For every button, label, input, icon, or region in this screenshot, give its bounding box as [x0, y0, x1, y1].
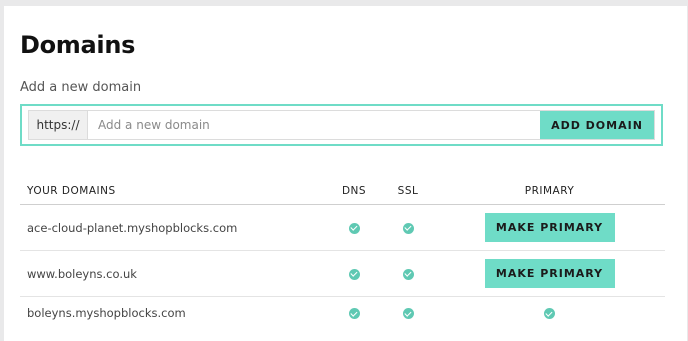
header-ssl: SSL [382, 178, 434, 205]
table-row: www.boleyns.co.uk MAKE PRIMARY [20, 250, 665, 297]
primary-cell: MAKE PRIMARY [434, 204, 665, 251]
dns-status [326, 250, 382, 297]
domain-name: ace-cloud-planet.myshopblocks.com [20, 204, 326, 251]
check-icon [544, 308, 555, 319]
ssl-status [382, 250, 434, 297]
ssl-status [382, 297, 434, 330]
dns-status [326, 297, 382, 330]
table-row: boleyns.myshopblocks.com [20, 297, 665, 330]
check-icon [348, 308, 360, 319]
make-primary-button[interactable]: MAKE PRIMARY [484, 259, 615, 288]
domain-input[interactable] [88, 111, 540, 139]
domains-panel: Domains Add a new domain https:// ADD DO… [4, 6, 687, 341]
add-domain-button[interactable]: ADD DOMAIN [540, 111, 654, 139]
check-icon [348, 222, 360, 234]
primary-status [434, 297, 665, 330]
domains-table: YOUR DOMAINS DNS SSL PRIMARY ace-cloud-p… [20, 178, 665, 329]
check-icon [402, 268, 414, 280]
check-icon [402, 308, 414, 319]
table-header-row: YOUR DOMAINS DNS SSL PRIMARY [20, 178, 665, 205]
add-domain-input-group: https:// ADD DOMAIN [28, 110, 655, 140]
primary-cell: MAKE PRIMARY [434, 250, 665, 297]
table-row: ace-cloud-planet.myshopblocks.com MAKE P… [20, 204, 665, 251]
check-icon [402, 222, 414, 234]
protocol-prefix: https:// [29, 111, 88, 139]
domain-name: www.boleyns.co.uk [20, 250, 326, 297]
ssl-status [382, 204, 434, 251]
header-primary: PRIMARY [434, 178, 665, 205]
page-title: Domains [20, 31, 136, 59]
header-your-domains: YOUR DOMAINS [20, 178, 326, 205]
check-icon [348, 268, 360, 280]
add-domain-label: Add a new domain [20, 80, 142, 95]
add-domain-form: https:// ADD DOMAIN [20, 104, 663, 146]
header-dns: DNS [326, 178, 382, 205]
domain-name: boleyns.myshopblocks.com [27, 306, 186, 320]
dns-status [326, 204, 382, 251]
make-primary-button[interactable]: MAKE PRIMARY [484, 213, 615, 242]
